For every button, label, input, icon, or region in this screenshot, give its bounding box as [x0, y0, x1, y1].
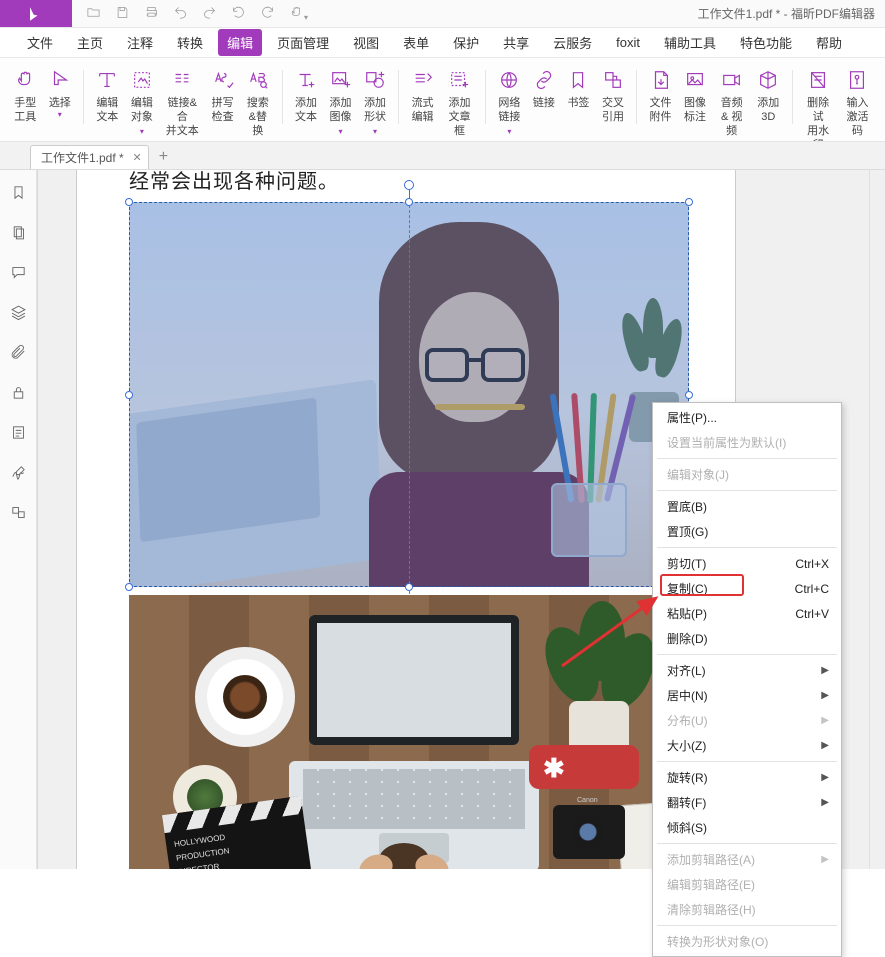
undo2-icon[interactable]	[231, 5, 246, 23]
image-object-2[interactable]: ✱ Canon HOLLYWOOD PRODUCTION DIRECTOR CA…	[129, 595, 689, 869]
ctx-bring-front[interactable]: 置顶(G)	[653, 519, 841, 544]
menu-comment[interactable]: 注释	[118, 29, 162, 56]
menu-file[interactable]: 文件	[18, 29, 62, 56]
attachments-panel-icon[interactable]	[10, 344, 27, 364]
resize-handle[interactable]	[125, 198, 133, 206]
security-panel-icon[interactable]	[10, 384, 27, 404]
resize-handle[interactable]	[405, 198, 413, 206]
redo-icon[interactable]	[202, 5, 217, 23]
title-bar: ▾ 工作文件1.pdf * - 福昕PDF编辑器	[0, 0, 885, 28]
open-icon[interactable]	[86, 5, 101, 23]
window-title: 工作文件1.pdf * - 福昕PDF编辑器	[308, 5, 885, 22]
ctx-add-clip: 添加剪辑路径(A)▶	[653, 847, 841, 872]
ribbon-link[interactable]: 链接	[527, 64, 562, 112]
ribbon-edit-object[interactable]: 编辑对象▾	[125, 64, 160, 141]
document-tabstrip: 工作文件1.pdf * ✕ +	[0, 142, 885, 170]
ribbon-select[interactable]: 选择▾	[43, 64, 78, 124]
ribbon-hand-tool[interactable]: 手型工具	[8, 64, 43, 126]
ctx-to-shape: 转换为形状对象(O)	[653, 929, 841, 954]
ribbon-search-replace[interactable]: 搜索&替换	[240, 64, 276, 140]
redo2-icon[interactable]	[260, 5, 275, 23]
save-icon[interactable]	[115, 5, 130, 23]
layers-panel-icon[interactable]	[10, 304, 27, 324]
menu-share[interactable]: 共享	[494, 29, 538, 56]
bookmark-panel-icon[interactable]	[10, 184, 27, 204]
menu-view[interactable]: 视图	[344, 29, 388, 56]
ctx-properties[interactable]: 属性(P)...	[653, 405, 841, 430]
ctx-set-default: 设置当前属性为默认(I)	[653, 430, 841, 455]
menu-foxit[interactable]: foxit	[607, 31, 649, 54]
document-tab[interactable]: 工作文件1.pdf * ✕	[30, 145, 149, 169]
menu-convert[interactable]: 转换	[168, 29, 212, 56]
app-logo	[0, 0, 72, 27]
menu-home[interactable]: 主页	[68, 29, 112, 56]
menu-form[interactable]: 表单	[394, 29, 438, 56]
ctx-distribute: 分布(U)▶	[653, 708, 841, 733]
menu-edit[interactable]: 编辑	[218, 29, 262, 56]
ribbon-audio-video[interactable]: 音频& 视频	[712, 64, 751, 140]
ribbon-image-annot[interactable]: 图像标注	[678, 64, 713, 126]
menu-assist[interactable]: 辅助工具	[655, 29, 725, 56]
merge-panel-icon[interactable]	[10, 504, 27, 524]
resize-handle[interactable]	[685, 198, 693, 206]
ctx-paste[interactable]: 粘贴(P)Ctrl+V	[653, 601, 841, 626]
resize-handle[interactable]	[685, 391, 693, 399]
ribbon-link-merge[interactable]: 链接&合并文本	[159, 64, 205, 140]
add-tab-button[interactable]: +	[159, 148, 168, 169]
ribbon-add-shape[interactable]: 添加形状▾	[358, 64, 393, 141]
ctx-center[interactable]: 居中(N)▶	[653, 683, 841, 708]
menu-page-manage[interactable]: 页面管理	[268, 29, 338, 56]
ribbon-spellcheck[interactable]: 拼写检查	[205, 64, 240, 126]
ctx-size[interactable]: 大小(Z)▶	[653, 733, 841, 758]
resize-handle[interactable]	[405, 583, 413, 591]
signature-panel-icon[interactable]	[10, 464, 27, 484]
left-sidebar	[0, 170, 37, 869]
ribbon-reflow-edit[interactable]: 流式编辑	[405, 64, 440, 126]
menu-bar: 文件 主页 注释 转换 编辑 页面管理 视图 表单 保护 共享 云服务 foxi…	[0, 28, 885, 58]
ctx-copy[interactable]: 复制(C)Ctrl+C	[653, 576, 841, 601]
ctx-edit-clip: 编辑剪辑路径(E)	[653, 872, 841, 897]
rotate-handle[interactable]	[404, 180, 414, 190]
menu-cloud[interactable]: 云服务	[544, 29, 601, 56]
hand-icon[interactable]: ▾	[289, 5, 308, 23]
resize-handle[interactable]	[125, 583, 133, 591]
pages-panel-icon[interactable]	[10, 224, 27, 244]
ctx-delete[interactable]: 删除(D)	[653, 626, 841, 651]
ribbon-add-article[interactable]: 添加文章框	[440, 64, 479, 140]
quick-access-toolbar: ▾	[72, 5, 308, 23]
ctx-rotate[interactable]: 旋转(R)▶	[653, 765, 841, 790]
ribbon-remove-trial-watermark[interactable]: 删除试用水印	[799, 64, 838, 142]
resize-handle[interactable]	[125, 391, 133, 399]
ribbon-add-text[interactable]: 添加文本	[289, 64, 324, 126]
vertical-scrollbar[interactable]	[869, 170, 885, 869]
ctx-send-back[interactable]: 置底(B)	[653, 494, 841, 519]
menu-feature[interactable]: 特色功能	[731, 29, 801, 56]
menu-help[interactable]: 帮助	[807, 29, 851, 56]
ctx-edit-object: 编辑对象(J)	[653, 462, 841, 487]
comments-panel-icon[interactable]	[10, 264, 27, 284]
ribbon-cross-ref[interactable]: 交叉引用	[596, 64, 631, 126]
form-panel-icon[interactable]	[10, 424, 27, 444]
print-icon[interactable]	[144, 5, 159, 23]
ribbon-add-image[interactable]: 添加图像▾	[323, 64, 358, 141]
document-tab-label: 工作文件1.pdf *	[41, 151, 124, 165]
ctx-clear-clip: 清除剪辑路径(H)	[653, 897, 841, 922]
ribbon-bookmark[interactable]: 书签	[561, 64, 596, 112]
ribbon-edit-text[interactable]: 编辑文本	[90, 64, 125, 126]
ctx-flip[interactable]: 翻转(F)▶	[653, 790, 841, 815]
ctx-shear[interactable]: 倾斜(S)	[653, 815, 841, 840]
ribbon-web-link[interactable]: 网络链接▾	[492, 64, 527, 141]
close-tab-icon[interactable]: ✕	[132, 151, 141, 164]
ctx-align[interactable]: 对齐(L)▶	[653, 658, 841, 683]
ribbon-add-3d[interactable]: 添加3D	[751, 64, 786, 126]
ctx-cut[interactable]: 剪切(T)Ctrl+X	[653, 551, 841, 576]
menu-protect[interactable]: 保护	[444, 29, 488, 56]
context-menu: 属性(P)... 设置当前属性为默认(I) 编辑对象(J) 置底(B) 置顶(G…	[652, 402, 842, 957]
undo-icon[interactable]	[173, 5, 188, 23]
ribbon-input-activation-code[interactable]: 输入激活码	[838, 64, 877, 140]
ribbon-toolbar: 手型工具 选择▾ 编辑文本 编辑对象▾ 链接&合并文本 拼写检查 搜索&替换 添…	[0, 58, 885, 142]
ribbon-file-attach[interactable]: 文件附件	[643, 64, 678, 126]
pdf-page: 经常会出现各种问题。	[76, 170, 736, 869]
selected-image-object[interactable]: ✱ Canon HOLLYWOOD PRODUCTION DIRECTOR CA…	[129, 202, 735, 869]
